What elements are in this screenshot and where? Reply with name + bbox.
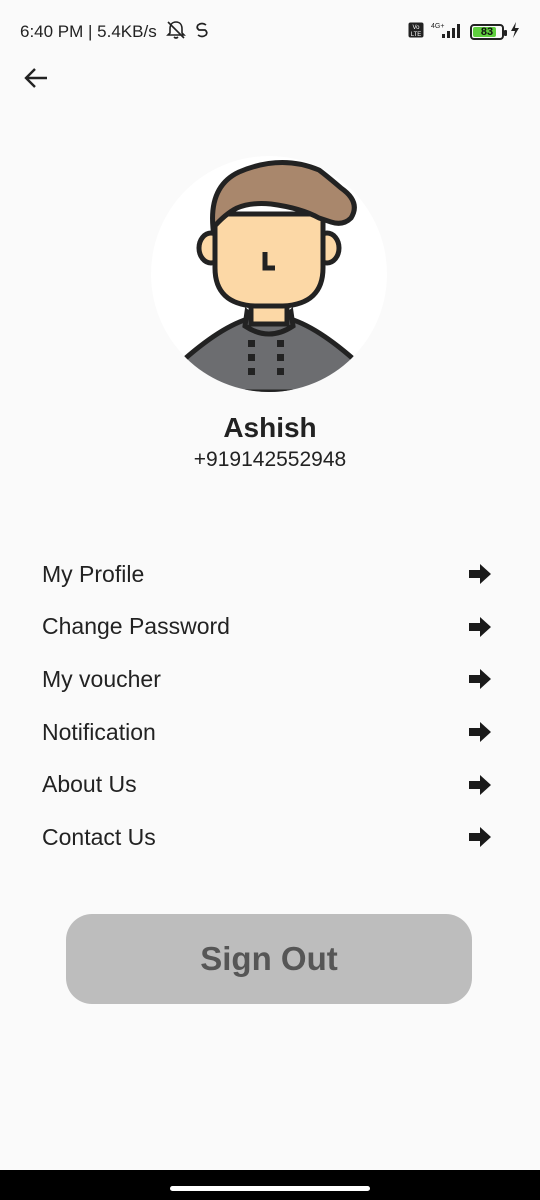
arrow-right-icon — [468, 616, 492, 638]
arrow-right-icon — [468, 826, 492, 848]
status-left: 6:40 PM | 5.4KB/s — [20, 20, 209, 45]
menu-item-label: Change Password — [42, 613, 230, 640]
menu-item-label: About Us — [42, 771, 137, 798]
menu-item-label: Contact Us — [42, 823, 156, 850]
menu-item-change-password[interactable]: Change Password — [0, 601, 540, 654]
menu-item-my-voucher[interactable]: My voucher — [0, 653, 540, 706]
menu-item-contact-us[interactable]: Contact Us — [0, 811, 540, 864]
home-indicator[interactable] — [170, 1186, 370, 1191]
arrow-right-icon — [468, 668, 492, 690]
sign-out-button[interactable]: Sign Out — [66, 914, 472, 1004]
arrow-right-icon — [468, 774, 492, 796]
sign-out-label: Sign Out — [200, 940, 338, 977]
menu-list: My Profile Change Password My voucher No… — [0, 548, 540, 864]
bell-muted-icon — [165, 20, 187, 45]
status-bar: 6:40 PM | 5.4KB/s Vo LTE 4G+ 83 — [0, 0, 540, 64]
user-phone: +919142552948 — [193, 448, 347, 471]
avatar-illustration-icon — [176, 160, 362, 392]
status-time-speed: 6:40 PM | 5.4KB/s — [20, 22, 157, 41]
status-right: Vo LTE 4G+ 83 — [408, 21, 520, 44]
user-name: Ashish — [223, 412, 317, 443]
avatar — [151, 156, 387, 392]
menu-item-label: Notification — [42, 718, 156, 745]
charging-icon — [510, 21, 520, 43]
arrow-right-icon — [468, 721, 492, 743]
menu-item-label: My voucher — [42, 665, 161, 692]
menu-item-label: My Profile — [42, 560, 145, 587]
menu-item-about-us[interactable]: About Us — [0, 758, 540, 811]
signal-icon: 4G+ — [430, 21, 464, 44]
battery-level: 83 — [480, 26, 494, 38]
menu-item-my-profile[interactable]: My Profile — [0, 548, 540, 601]
battery-icon: 83 — [470, 24, 507, 40]
arrow-right-icon — [468, 563, 492, 585]
volte-text-top: Vo — [412, 25, 420, 31]
sync-icon — [195, 21, 209, 44]
network-type: 4G+ — [431, 23, 444, 30]
system-nav-bar — [0, 1170, 540, 1200]
back-button[interactable] — [18, 62, 54, 98]
volte-text-bottom: LTE — [411, 32, 422, 38]
menu-item-notification[interactable]: Notification — [0, 706, 540, 759]
arrow-left-icon — [23, 66, 49, 95]
volte-icon: Vo LTE — [408, 22, 424, 43]
